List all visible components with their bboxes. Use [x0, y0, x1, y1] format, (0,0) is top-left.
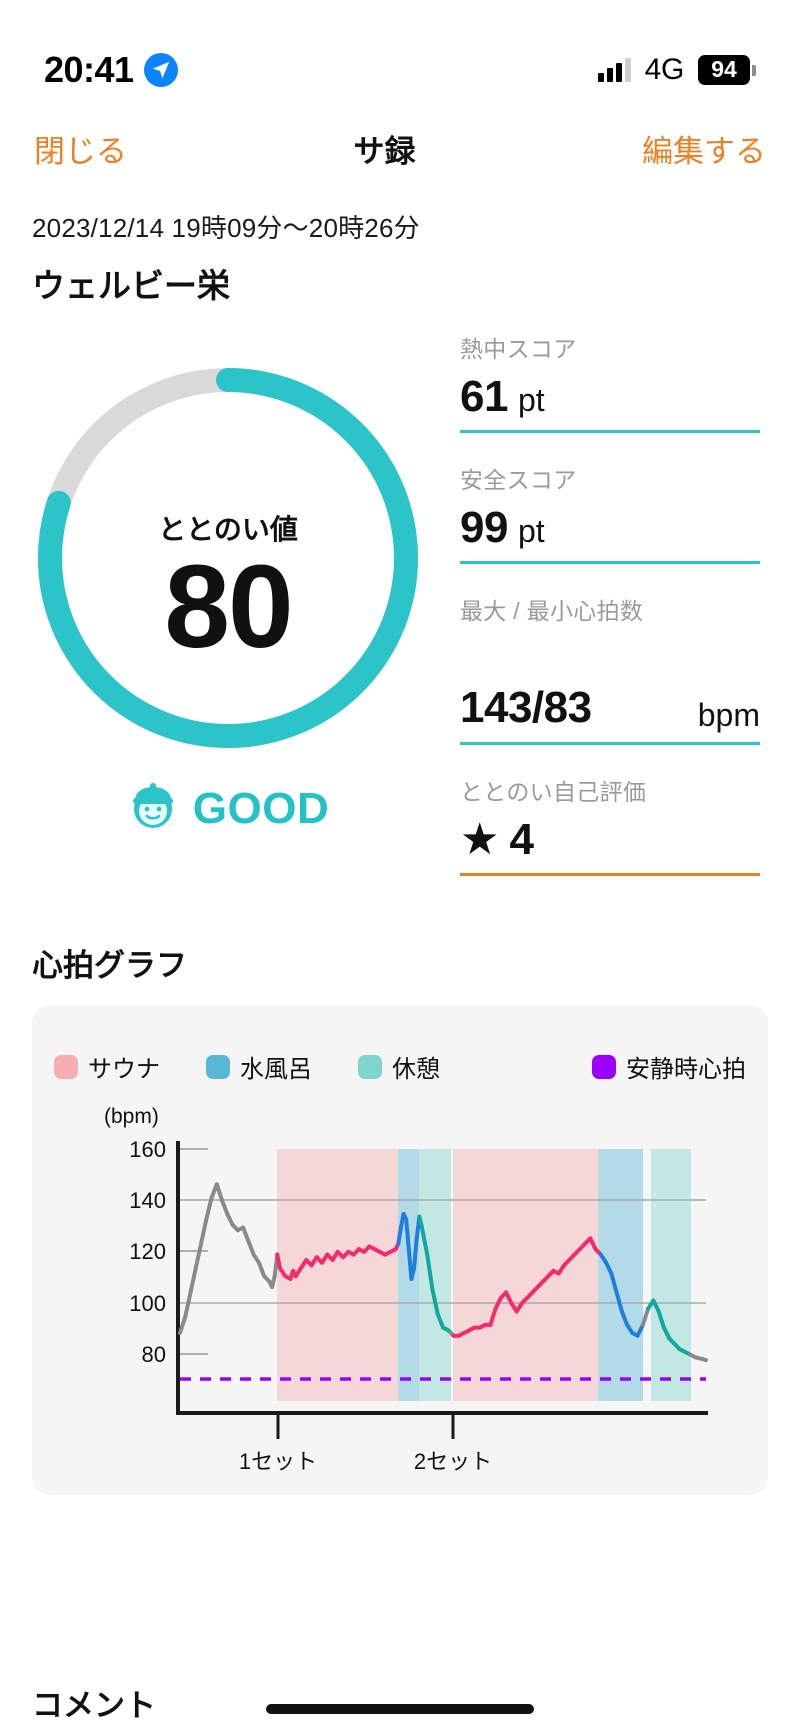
legend-item-kyukei: 休憩 — [358, 1049, 440, 1084]
sauna-hat-face-icon — [127, 780, 179, 837]
comment-section-title: コメント — [32, 1688, 156, 1723]
navigation-bar: 閉じる サ録 編集する — [0, 110, 800, 186]
stats-list: 熱中スコア 61 pt 安全スコア 99 pt 最大 / 最小心拍数 143/8… — [460, 330, 760, 880]
stat-value-row: 143/83 bpm — [460, 626, 760, 742]
network-type-label: 4G — [644, 53, 685, 86]
page-title: サ録 — [353, 133, 416, 169]
svg-text:160: 160 — [129, 1137, 166, 1162]
legend-swatch — [592, 1054, 616, 1079]
stat-self-rating: ととのい自己評価 ★ 4 — [460, 773, 760, 876]
heart-rate-chart-card: サウナ 水風呂 休憩 安静時心拍 (bpm) 160 140 120 100 8… — [32, 1005, 768, 1495]
stat-label: ととのい自己評価 — [460, 779, 647, 805]
stat-value-row: 61 pt — [460, 364, 760, 430]
cellular-bars-icon — [597, 58, 631, 82]
svg-text:80: 80 — [142, 1342, 166, 1367]
stat-value-row: 99 pt — [460, 495, 760, 561]
battery-icon: 94 — [698, 55, 756, 85]
session-meta: 2023/12/14 19時09分〜20時26分 ウェルビー栄 — [32, 208, 772, 307]
y-axis-unit: (bpm) — [104, 1105, 159, 1128]
stat-unit: pt — [517, 513, 545, 549]
gauge-value: 80 — [164, 541, 293, 673]
stat-value: 99 — [460, 503, 508, 552]
stat-safety-score: 安全スコア 99 pt — [460, 461, 760, 564]
stat-heat-score: 熱中スコア 61 pt — [460, 330, 760, 433]
app-screen: 20:41 4G 94 閉じる サ録 編集する 2023/12/14 19時09… — [0, 0, 800, 1732]
svg-text:1セット: 1セット — [239, 1449, 317, 1474]
stat-underline — [460, 873, 760, 876]
star-icon: ★ — [460, 815, 500, 864]
rating-label: GOOD — [192, 783, 330, 833]
session-datetime: 2023/12/14 19時09分〜20時26分 — [32, 213, 420, 243]
close-button[interactable]: 閉じる — [34, 126, 127, 171]
x-axis-ticks — [276, 1413, 455, 1439]
legend-item-resting-hr: 安静時心拍 — [592, 1049, 746, 1084]
legend-swatch — [206, 1054, 230, 1079]
legend-label: 安静時心拍 — [626, 1056, 746, 1083]
status-bar: 20:41 4G 94 — [0, 0, 800, 110]
svg-text:140: 140 — [129, 1188, 166, 1213]
stat-value: 4 — [509, 815, 534, 864]
svg-text:2セット: 2セット — [414, 1449, 492, 1474]
chart-legend: サウナ 水風呂 休憩 安静時心拍 — [54, 1049, 746, 1084]
legend-swatch — [358, 1054, 382, 1079]
stat-value: 143/83 — [460, 683, 592, 733]
summary-section: ととのい値 80 GOOD 熱中スコア 61 pt 安全スコア 99 pt 最大… — [0, 330, 800, 920]
stat-unit: pt — [517, 382, 545, 418]
svg-text:120: 120 — [129, 1239, 166, 1264]
stat-underline — [460, 430, 760, 433]
rating-row: GOOD — [28, 780, 428, 837]
home-indicator[interactable] — [266, 1704, 534, 1714]
legend-label: 休憩 — [392, 1056, 440, 1083]
status-bar-left: 20:41 — [44, 49, 178, 91]
status-time: 20:41 — [44, 49, 134, 90]
stat-label: 最大 / 最小心拍数 — [460, 598, 644, 624]
stat-underline — [460, 742, 760, 745]
battery-tip — [752, 64, 756, 76]
totonoi-gauge: ととのい値 80 — [28, 358, 428, 758]
heart-rate-section-title: 心拍グラフ — [32, 948, 187, 983]
legend-label: 水風呂 — [240, 1056, 312, 1083]
legend-label: サウナ — [88, 1056, 160, 1083]
phase-bands — [277, 1149, 691, 1401]
legend-item-sauna: サウナ — [54, 1049, 160, 1084]
legend-swatch — [54, 1054, 78, 1079]
svg-text:100: 100 — [129, 1291, 166, 1316]
stat-value-row: ★ 4 — [460, 807, 760, 873]
stat-value: 61 — [460, 372, 508, 421]
status-bar-right: 4G 94 — [597, 53, 756, 87]
stat-label: 熱中スコア — [460, 336, 577, 362]
stat-unit: bpm — [697, 697, 760, 733]
y-axis-labels: 160 140 120 100 80 — [129, 1137, 166, 1367]
location-arrow-icon — [143, 53, 178, 87]
x-axis-labels: 1セット 2セット — [239, 1449, 492, 1474]
edit-button[interactable]: 編集する — [642, 126, 766, 171]
legend-item-mizuburo: 水風呂 — [206, 1049, 312, 1084]
session-venue: ウェルビー栄 — [32, 267, 230, 304]
heart-rate-plot: (bpm) 160 140 120 100 80 1セット 2セット — [104, 1105, 708, 1474]
stat-max-min-hr: 最大 / 最小心拍数 143/83 bpm — [460, 592, 760, 745]
stat-label: 安全スコア — [460, 467, 577, 493]
battery-level-label: 94 — [698, 55, 750, 85]
stat-underline — [460, 561, 760, 564]
